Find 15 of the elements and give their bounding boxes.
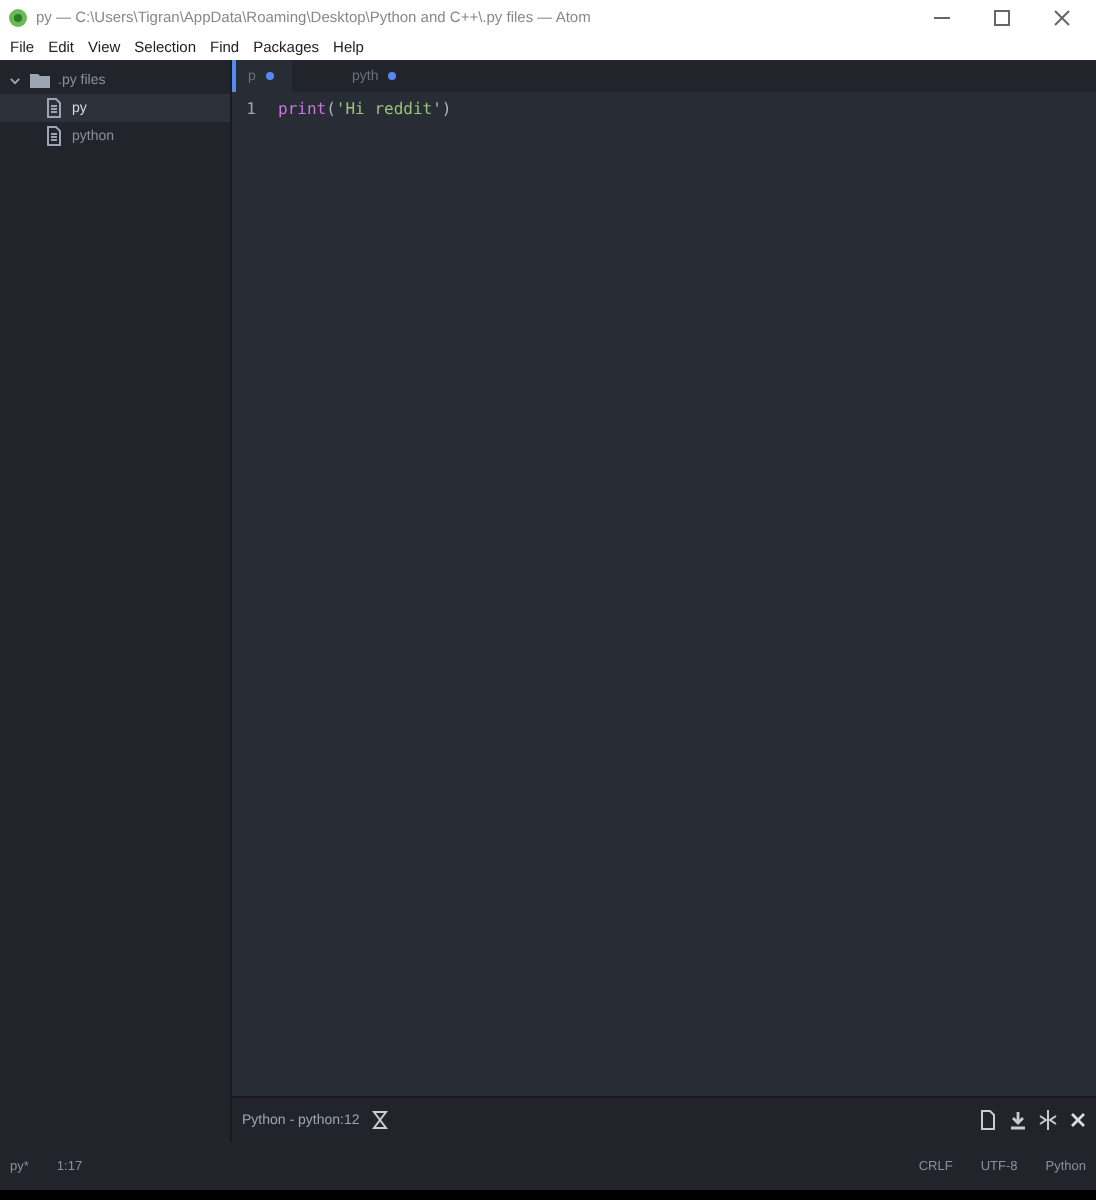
folder-icon xyxy=(30,70,50,90)
modified-dot-icon xyxy=(388,72,397,80)
hourglass-icon xyxy=(369,1110,390,1130)
line-number: 1 xyxy=(244,99,256,117)
chevron-icon xyxy=(8,73,22,87)
modified-dot-icon xyxy=(265,72,274,80)
atom-logo-icon xyxy=(8,7,28,27)
file-icon xyxy=(44,126,64,146)
file-icon xyxy=(44,98,64,118)
code-editor[interactable]: 1 print('Hi reddit') xyxy=(232,92,1096,1096)
download-icon[interactable] xyxy=(1008,1110,1028,1130)
maximize-icon xyxy=(992,7,1012,27)
file-icon[interactable] xyxy=(978,1110,998,1130)
code-line: print('Hi reddit') xyxy=(278,99,452,117)
close-icon[interactable] xyxy=(1052,7,1072,27)
